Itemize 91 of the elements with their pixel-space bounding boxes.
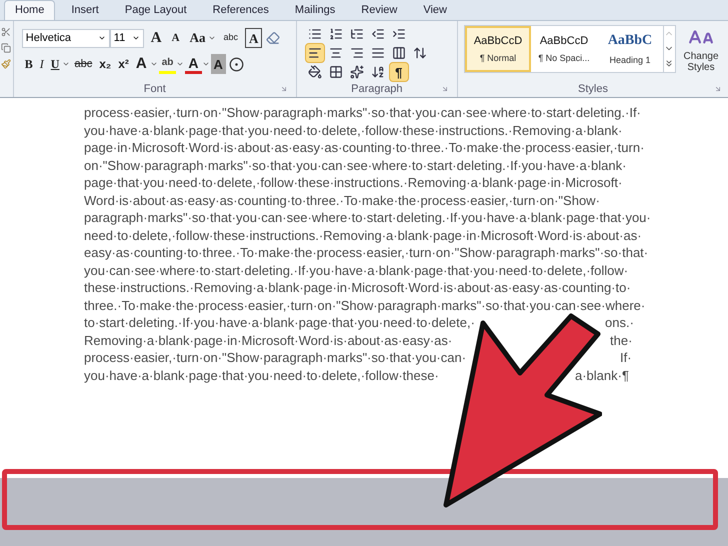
body-text: page·in·Microsoft·Word·is·about·as·easy·as·counting·to·three.·To·make·the·process·easier,·turn· [84, 139, 644, 156]
font-size-field[interactable]: 11 [110, 28, 144, 48]
style-name: ¶ Normal [480, 52, 516, 65]
caret-icon[interactable] [202, 60, 210, 68]
enclosed-character-icon[interactable] [228, 56, 244, 72]
caret-icon[interactable] [150, 60, 158, 68]
body-text: on·"Show·paragraph·marks"·so·that·you·can·see·where·to·start·deleting.·If·you·have·a·blank· [84, 156, 626, 174]
indent-icon [392, 26, 406, 40]
body-text: these·instructions.·Removing·a·blank·page·in·Microsoft·Word·is·about·as·easy·as·counting·to· [84, 279, 631, 296]
format-button[interactable]: I [36, 54, 47, 74]
format-button[interactable]: x² [115, 54, 132, 74]
bullets-icon [308, 26, 322, 40]
group-label: Paragraph [351, 82, 403, 97]
body-text: process·easier,·turn·on·"Show·paragraph·marks"·so·that·you·can· [84, 349, 466, 366]
ribbon-tab[interactable]: Review [351, 0, 408, 20]
ribbon-tab[interactable]: Mailings [284, 0, 346, 20]
line-spacing-icon [412, 46, 427, 60]
ribbon-tab[interactable]: Home [4, 0, 56, 20]
show-marks-button[interactable]: ¶ [388, 62, 409, 82]
body-text: page·that·you·need·to·delete,·follow·these·instructions.·Removing·a·blank·page·in·Microsoft· [84, 174, 622, 192]
format-button[interactable]: abc [71, 54, 96, 74]
sort-icon [370, 64, 385, 78]
justify-icon [370, 46, 385, 60]
body-text: need·to·delete,·follow·these·instructions.·Removing·a·blank·page·in·Microsoft·Word·is·about·as· [84, 226, 642, 244]
body-text: Removing·a·blank·page·in·Microsoft·Word·is·about·as·easy·as· [84, 332, 452, 349]
ribbon-tab[interactable]: References [202, 0, 279, 20]
group-label: Font [144, 82, 166, 97]
caret-icon[interactable] [208, 34, 216, 42]
caret-icon[interactable] [176, 60, 184, 68]
body-text: process·easier,·turn·on·"Show·paragraph·marks"·so·that·you·can·see·where·to·start·deleting.·If· [84, 104, 641, 122]
style-option[interactable]: AaBbCcD ¶ Normal [465, 26, 531, 72]
style-preview: AaBbC [608, 32, 652, 50]
style-name: Heading 1 [609, 54, 651, 68]
dialog-launcher-icon[interactable] [441, 85, 449, 93]
numbering-icon [328, 26, 343, 40]
format-button[interactable]: Aa [186, 28, 208, 48]
body-text: a·blank·¶ [575, 368, 629, 382]
caret-icon[interactable] [132, 34, 140, 42]
align-right-icon [350, 46, 364, 60]
format-button[interactable]: A [168, 28, 183, 48]
body-text: three.·To·make·the·process·easier,·turn·on·"Show·paragraph·marks"·so·that·you·can·see·where· [84, 296, 646, 314]
multilevel-list-icon [350, 26, 364, 40]
align-left-button[interactable] [304, 42, 325, 62]
outdent-icon [370, 26, 385, 40]
borders-icon [328, 64, 343, 78]
body-text: you·can·see·where·to·start·deleting.·If·you·have·a·blank·page·that·you·need·to·delete,·follow· [84, 262, 628, 279]
font-name-value: Helvetica [26, 30, 72, 46]
format-button[interactable]: ab [158, 54, 176, 74]
format-button[interactable]: A [244, 28, 262, 48]
body-text: Word·is·about·as·easy·as·counting·to·three.·To·make·the·process·easier,·turn·on·"Show· [84, 192, 600, 209]
format-button[interactable]: U [48, 54, 62, 74]
body-text: easy·as·counting·to·three.·To·make·the·process·easier,·turn·on·"Show·paragraph·marks"·so·that· [84, 244, 648, 262]
scissors-icon[interactable] [1, 27, 12, 37]
style-option[interactable]: AaBbC Heading 1 [597, 26, 663, 72]
ribbon-tab[interactable]: Page Layout [114, 0, 197, 20]
body-text: to·start·deleting.·If·you·have·a·blank·page·that·you·need·to·delete,· [84, 314, 475, 332]
format-button[interactable]: A [210, 54, 226, 74]
dialog-launcher-icon[interactable] [714, 85, 722, 93]
format-button[interactable]: x₂ [96, 54, 114, 74]
font-name-field[interactable]: Helvetica [22, 28, 110, 48]
body-text: the· [610, 332, 632, 348]
caret-icon[interactable] [98, 34, 106, 42]
align-left-icon [308, 46, 322, 60]
style-name: ¶ No Spaci... [538, 52, 590, 65]
group-label: Styles [578, 82, 608, 97]
eraser-icon[interactable] [266, 31, 280, 45]
columns-icon [392, 46, 406, 60]
style-preview: AaBbCcD [540, 34, 588, 48]
body-text: you·have·a·blank·page·that·you·need·to·delete,·follow·these· [84, 366, 439, 384]
format-button[interactable]: B [22, 54, 36, 74]
body-text: ons.· [605, 315, 634, 330]
format-button[interactable]: abc [220, 28, 241, 48]
style-option[interactable]: AaBbCcD ¶ No Spaci... [531, 26, 597, 72]
style-preview: AaBbCcD [474, 34, 522, 48]
caret-icon[interactable] [62, 60, 70, 68]
align-center-icon [328, 46, 343, 60]
change-styles-button[interactable]: Change Styles [680, 25, 722, 73]
copy-icon[interactable] [1, 43, 12, 53]
body-text: If· [620, 350, 632, 365]
format-button[interactable]: A [148, 28, 165, 48]
sparkle-icon [350, 64, 364, 78]
format-button[interactable]: A [132, 54, 150, 74]
paint-bucket-icon [308, 64, 322, 78]
paintbrush-icon[interactable] [1, 59, 12, 69]
font-size-value: 11 [114, 30, 126, 46]
ribbon-tab[interactable]: Insert [61, 0, 109, 20]
body-text: paragraph·marks"·so·that·you·can·see·where·to·start·deleting.·If·you·have·a·blank·page·that·you· [84, 209, 651, 226]
body-text: you·have·a·blank·page·that·you·need·to·delete,·follow·these·instructions.·Removing·a·blank· [84, 122, 622, 139]
format-button[interactable]: A [185, 54, 202, 74]
dialog-launcher-icon[interactable] [280, 85, 288, 93]
ribbon-tab[interactable]: View [413, 0, 457, 20]
